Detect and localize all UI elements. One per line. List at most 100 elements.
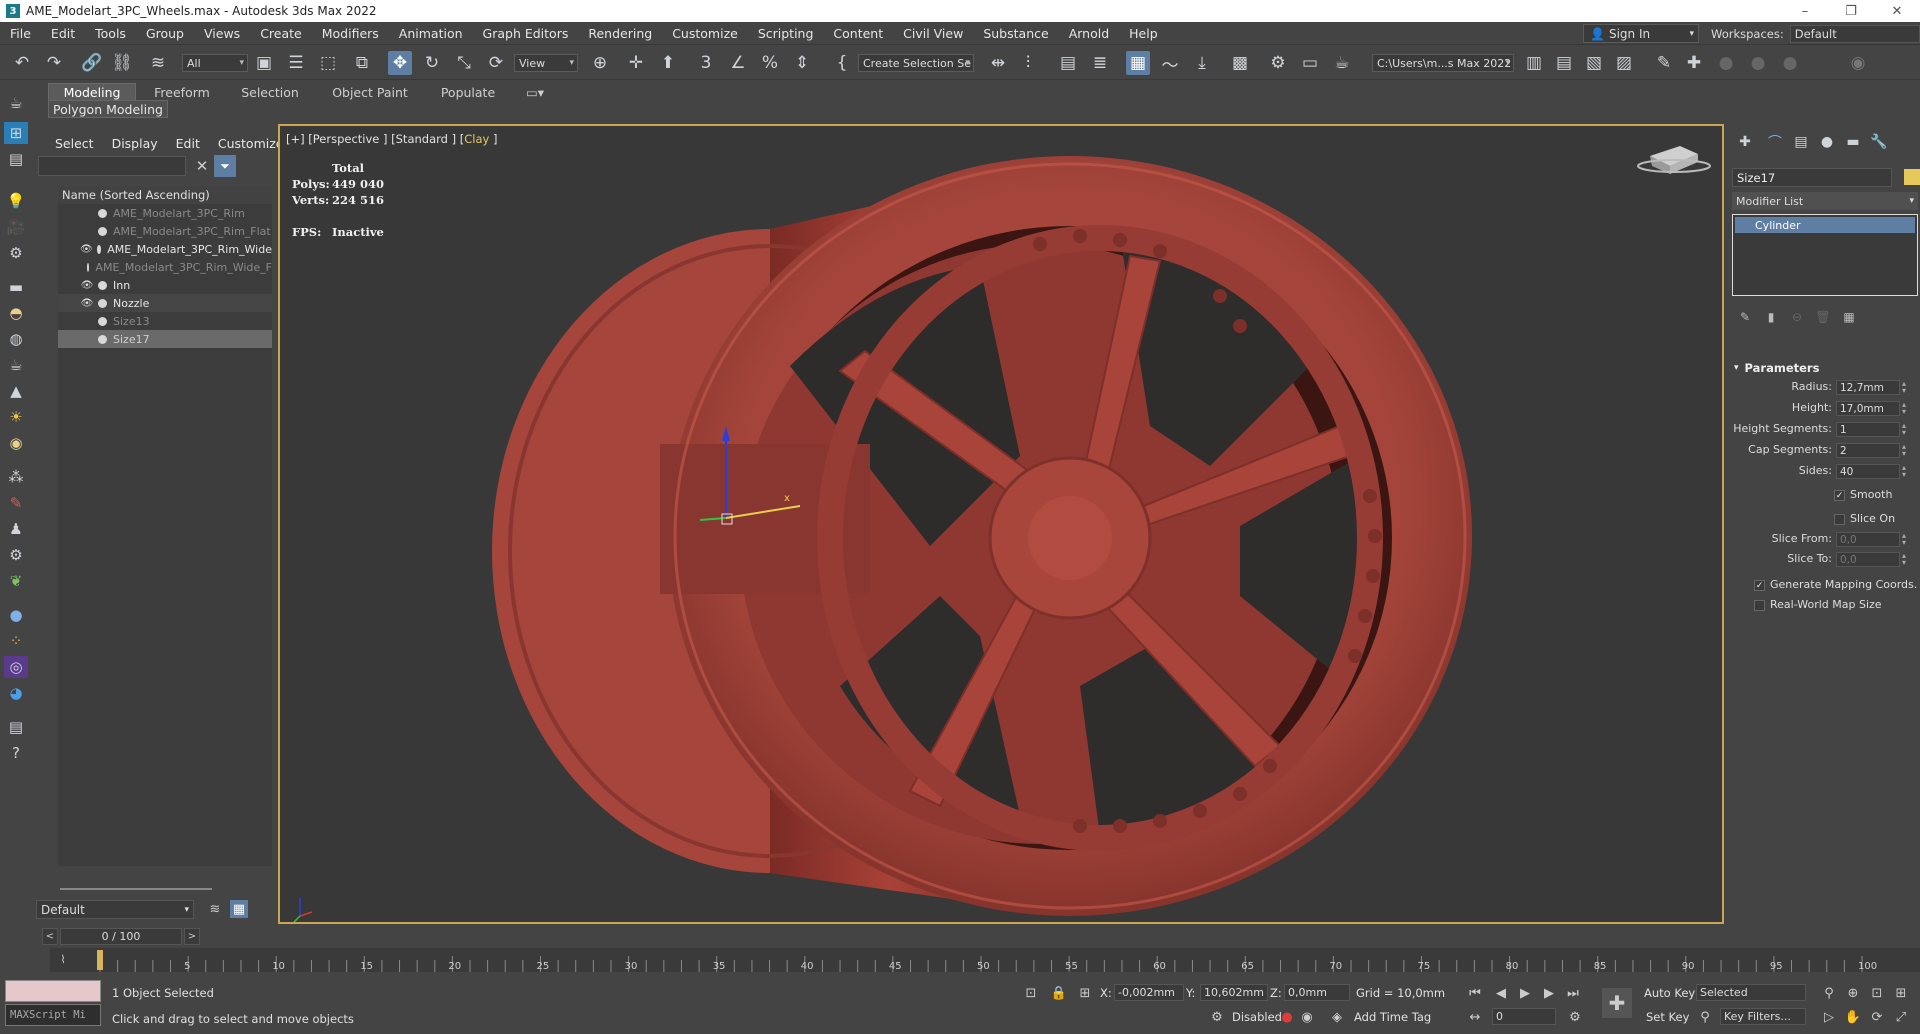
sides-spinner[interactable]: 40 [1836, 464, 1900, 479]
menu-substance[interactable]: Substance [973, 26, 1058, 41]
display-tab-icon[interactable]: ▬ [1842, 132, 1864, 152]
zoom-all-icon[interactable]: ⊕ [1844, 984, 1862, 1002]
object-name-field[interactable]: Size17 [1732, 168, 1892, 187]
ribbon-toggle-icon[interactable]: ▦ [1126, 51, 1150, 75]
mirror-icon[interactable]: ⇹ [986, 51, 1010, 75]
cone-icon[interactable]: ▲ [4, 380, 28, 402]
layer-dropdown[interactable]: Default ▾ [36, 900, 194, 919]
time-tag-icon[interactable]: ◈ [1328, 1008, 1346, 1026]
create-panel-icon[interactable]: ⊞ [4, 122, 28, 144]
minimize-button[interactable]: – [1782, 4, 1828, 19]
modifier-list-dropdown[interactable]: Modifier List [1732, 192, 1918, 210]
time-configuration-icon[interactable]: ⚙ [1566, 1008, 1584, 1026]
brush-icon[interactable]: ✎ [1652, 51, 1676, 75]
absolute-mode-icon[interactable]: ⊞ [1076, 984, 1094, 1002]
spinner-arrows-icon[interactable]: ▴ ▾ [1902, 552, 1906, 567]
set-key-button[interactable]: Set Key [1646, 1010, 1689, 1024]
camera-icon[interactable]: 🎥 [4, 216, 28, 238]
list-item[interactable]: AME_Modelart_3PC_Rim_Wide_F [58, 258, 272, 276]
dome-icon[interactable]: ◓ [4, 302, 28, 324]
render-icon[interactable]: ◎ [4, 656, 28, 678]
spinner-arrows-icon[interactable]: ▴ ▾ [1902, 422, 1906, 437]
hierarchy-icon[interactable]: ▦ [230, 900, 248, 918]
show-end-result-icon[interactable]: ▮ [1762, 308, 1780, 326]
zoom-extents-all-icon[interactable]: ⊞ [1892, 984, 1910, 1002]
transform-gizmo-icon[interactable]: ✛ [624, 51, 648, 75]
help-icon[interactable]: ? [4, 742, 28, 764]
sun-icon[interactable]: ☀ [4, 406, 28, 428]
slice-on-checkbox[interactable] [1834, 514, 1845, 525]
asset-tracking-icon[interactable]: ▤ [1552, 51, 1576, 75]
pan-icon[interactable]: ✋ [1844, 1008, 1862, 1026]
stack-item-cylinder[interactable]: Cylinder [1735, 217, 1915, 233]
link-icon[interactable]: 🔗 [80, 51, 104, 75]
curve-editor-icon[interactable]: 〜 [1158, 51, 1182, 76]
slice-from-spinner[interactable]: 0,0 [1836, 532, 1900, 547]
real-world-map-checkbox[interactable] [1754, 600, 1765, 611]
y-coordinate-field[interactable]: 10,602mm [1200, 984, 1268, 1001]
workspace-dropdown[interactable]: Default [1789, 24, 1920, 43]
height-segments-spinner[interactable]: 1 [1836, 422, 1900, 437]
sign-in-dropdown[interactable]: 👤 Sign In ▾ [1583, 24, 1699, 43]
time-config-icon[interactable]: ◉ [1298, 1008, 1316, 1026]
spinner-arrows-icon[interactable]: ▴ ▾ [1902, 380, 1906, 395]
tab-freeform[interactable]: Freeform [142, 83, 222, 101]
filter-icon[interactable]: ⏷ [214, 155, 236, 177]
menu-content[interactable]: Content [823, 26, 893, 41]
field-of-view-icon[interactable]: ▷ [1820, 1008, 1838, 1026]
explorer-search-input[interactable] [38, 156, 186, 176]
time-slider-next-button[interactable]: > [184, 928, 200, 945]
select-object-icon[interactable]: ▣ [252, 51, 276, 75]
wheel-rim-render[interactable]: x [280, 126, 1724, 924]
clear-icon[interactable]: ✕ [192, 156, 212, 176]
rollout-title[interactable]: ▾ Parameters [1734, 360, 1918, 376]
make-unique-icon[interactable]: ⊖ [1788, 308, 1806, 326]
eye-icon[interactable]: 👁 [80, 244, 93, 255]
list-item[interactable]: 👁 Inn [58, 276, 272, 294]
cap-segments-spinner[interactable]: 2 [1836, 443, 1900, 458]
rendered-frame-window-icon[interactable]: ▭ [1298, 51, 1322, 75]
reference-coordinate-dropdown[interactable]: View [514, 54, 578, 72]
tab-object-paint[interactable]: Object Paint [320, 83, 420, 101]
dot-icon[interactable]: ● [1778, 51, 1802, 75]
maxscript-listener-output[interactable] [5, 980, 101, 1002]
record-icon[interactable]: ● [1278, 1008, 1296, 1026]
paint-icon[interactable]: ✎ [4, 492, 28, 514]
radius-spinner[interactable]: 12,7mm [1836, 380, 1900, 395]
window-crossing-icon[interactable]: ⧉ [350, 51, 374, 75]
align-icon[interactable]: ⫶ [1016, 51, 1040, 75]
menu-scripting[interactable]: Scripting [748, 26, 824, 41]
pivot-center-icon[interactable]: ⊕ [588, 51, 612, 75]
teapot-icon[interactable]: ☕ [4, 92, 28, 114]
eye-icon[interactable]: 👁 [80, 280, 94, 291]
menu-animation[interactable]: Animation [389, 26, 473, 41]
menu-rendering[interactable]: Rendering [578, 26, 662, 41]
spinner-arrows-icon[interactable]: ▴ ▾ [1902, 443, 1906, 458]
polygon-modeling-panel[interactable]: Polygon Modeling [48, 100, 168, 118]
material-balls-icon[interactable]: ⁘ [4, 630, 28, 652]
list-item[interactable]: Size13 [58, 312, 272, 330]
x-coordinate-field[interactable]: -0,002mm [1114, 984, 1184, 1001]
menu-group[interactable]: Group [136, 26, 194, 41]
bind-space-warp-icon[interactable]: ≋ [146, 51, 170, 75]
display-icon[interactable]: ▤ [4, 148, 28, 170]
angle-snap-icon[interactable]: ∠ [726, 51, 750, 75]
sphere-icon[interactable]: ◍ [4, 328, 28, 350]
height-spinner[interactable]: 17,0mm [1836, 401, 1900, 416]
previous-frame-icon[interactable]: ◀ [1492, 984, 1510, 1002]
particle-icon[interactable]: ⁂ [4, 466, 28, 488]
spinner-arrows-icon[interactable]: ▴ ▾ [1902, 532, 1906, 547]
list-item[interactable]: AME_Modelart_3PC_Rim [58, 204, 272, 222]
current-frame-field[interactable]: 0 [1492, 1008, 1556, 1025]
biped-icon[interactable]: ♟ [4, 518, 28, 540]
motion-tab-icon[interactable]: ● [1816, 132, 1838, 152]
material-editor-icon[interactable]: ▩ [1228, 51, 1252, 75]
time-slider[interactable]: 0 / 100 [60, 928, 182, 945]
object-color-swatch[interactable] [1904, 169, 1920, 185]
rectangle-selection-icon[interactable]: ⬚ [316, 51, 340, 75]
spinner-snap-icon[interactable]: ⇕ [790, 51, 814, 75]
explorer-menu-display[interactable]: Display [103, 136, 167, 151]
render-production-icon[interactable]: ☕ [1330, 51, 1354, 75]
sphere-icon[interactable]: ◉ [1846, 51, 1870, 75]
menu-create[interactable]: Create [250, 26, 312, 41]
